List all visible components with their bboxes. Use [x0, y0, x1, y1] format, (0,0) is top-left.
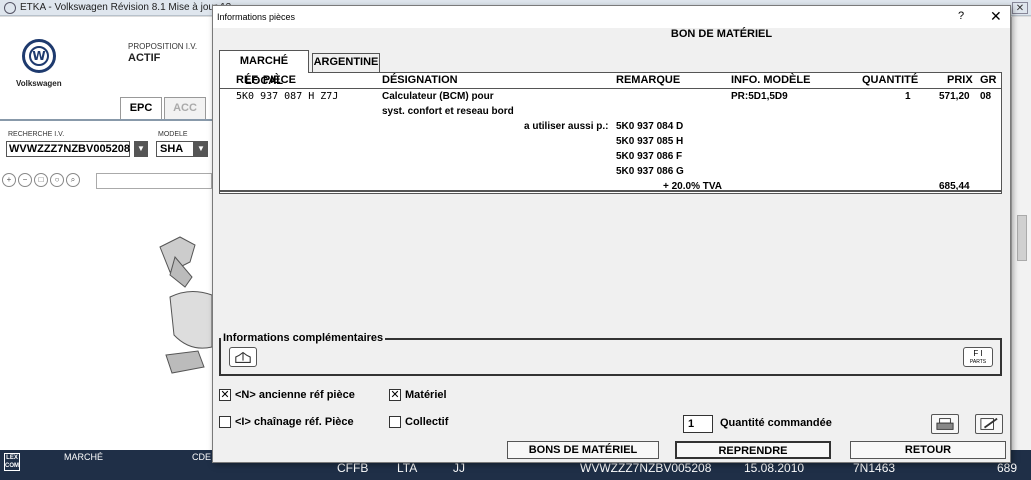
left-panel: W Volkswagen PROPOSITION I.V. ACTIF EPC …: [0, 17, 212, 450]
status-lang: LTA: [397, 461, 418, 475]
col-prix: PRIX: [947, 74, 973, 86]
model-label: MODELE: [158, 131, 188, 138]
app-close-icon[interactable]: ✕: [1012, 2, 1028, 14]
parts-info-icon[interactable]: F I PARTS: [963, 347, 993, 367]
bons-materiel-button[interactable]: BONS DE MATÉRIEL: [507, 441, 659, 459]
chk-materiel-label: Matériel: [405, 389, 447, 401]
zoom-fit-icon[interactable]: □: [34, 173, 48, 187]
app-icon: [4, 2, 16, 14]
alt-ref-1[interactable]: 5K0 937 084 D: [616, 121, 683, 132]
retour-button[interactable]: RETOUR: [850, 441, 1006, 459]
row-ref[interactable]: 5K0 937 087 H Z7J: [236, 91, 338, 102]
tab-epc[interactable]: EPC: [120, 97, 162, 119]
col-remarque: REMARQUE: [616, 74, 681, 86]
app-title: ETKA - Volkswagen Révision 8.1 Mise à jo…: [20, 2, 232, 13]
row-designation-1: Calculateur (BCM) pour: [382, 91, 494, 102]
zoom-field[interactable]: [96, 173, 212, 189]
status-vin: WVWZZZ7NZBV005208: [580, 461, 712, 475]
vin-input[interactable]: WVWZZZ7NZBV005208: [6, 141, 130, 157]
model-select[interactable]: SHA: [156, 141, 194, 157]
parts-table: RÉF. PIÈCE DÉSIGNATION REMARQUE INFO. MO…: [219, 72, 1002, 194]
row-gr: 08: [980, 91, 992, 102]
dialog-heading: BON DE MATÉRIEL: [670, 28, 773, 40]
help-icon[interactable]: ?: [958, 10, 964, 22]
scrollbar-thumb[interactable]: [1017, 215, 1027, 261]
row-designation-2: syst. confort et reseau bord: [382, 106, 514, 117]
header-divider: [220, 88, 1001, 89]
tab-argentine[interactable]: ARGENTINE: [312, 53, 380, 72]
table-empty-area: [219, 194, 1002, 338]
quantity-input[interactable]: 1: [683, 415, 713, 433]
print-icon[interactable]: [931, 414, 959, 434]
row-quantite: 1: [905, 91, 911, 102]
search-label: RECHERCHE I.V.: [8, 131, 65, 138]
right-scrollbar[interactable]: [1011, 17, 1031, 450]
chk-ancienne-ref[interactable]: ✕: [219, 389, 231, 401]
row-info-modele: PR:5D1,5D9: [731, 91, 788, 102]
chk-chainage-row[interactable]: <I> chaînage réf. Pièce: [219, 416, 354, 428]
info-section-label: Informations complémentaires: [221, 332, 386, 344]
dialog-titlebar: Informations pièces: [213, 6, 1010, 28]
vw-logo-icon: W: [22, 39, 56, 73]
hand-pointer-icon[interactable]: [229, 347, 257, 367]
col-designation: DÉSIGNATION: [382, 74, 458, 86]
zoom-in-icon[interactable]: +: [2, 173, 16, 187]
alt-ref-3[interactable]: 5K0 937 086 F: [616, 151, 682, 162]
chk-chainage-label: <I> chaînage réf. Pièce: [235, 416, 354, 428]
marche-label: MARCHÉ: [64, 452, 104, 462]
chk-collectif-label: Collectif: [405, 416, 449, 428]
divider: [0, 119, 212, 121]
zoom-toolbar: + − □ ○ ⌕: [0, 173, 80, 191]
status-number: 689: [997, 461, 1018, 475]
lexcom-logo-icon: LEX COM: [4, 453, 20, 471]
proposition-value: ACTIF: [128, 52, 161, 64]
magnifier-icon[interactable]: ⌕: [66, 173, 80, 187]
zoom-out-icon[interactable]: −: [18, 173, 32, 187]
edit-icon[interactable]: [975, 414, 1003, 434]
chk-ancienne-ref-row[interactable]: ✕ <N> ancienne réf pièce: [219, 389, 355, 401]
chk-materiel-row[interactable]: ✕ Matériel: [389, 389, 447, 401]
tab-marche-local[interactable]: MARCHÉ LOCAL: [219, 50, 309, 87]
status-marche: CFFB: [337, 461, 369, 475]
status-user: JJ: [453, 461, 465, 475]
cde-label: CDE: [192, 452, 212, 462]
zoom-reset-icon[interactable]: ○: [50, 173, 64, 187]
quantity-label: Quantité commandée: [720, 417, 832, 429]
footer-divider: [220, 190, 1001, 192]
reprendre-button[interactable]: REPRENDRE: [675, 441, 831, 459]
parts-illustration: [159, 236, 212, 374]
tab-acc[interactable]: ACC: [164, 97, 206, 119]
row-prix: 571,20: [939, 91, 970, 102]
model-dropdown-icon[interactable]: ▼: [194, 141, 208, 157]
chk-materiel[interactable]: ✕: [389, 389, 401, 401]
col-gr: GR: [980, 74, 997, 86]
proposition-label: PROPOSITION I.V.: [128, 42, 198, 51]
chk-collectif[interactable]: [389, 416, 401, 428]
chk-chainage[interactable]: [219, 416, 231, 428]
vin-dropdown-icon[interactable]: ▼: [134, 141, 148, 157]
brand-name: Volkswagen: [16, 79, 62, 88]
chk-ancienne-ref-label: <N> ancienne réf pièce: [235, 389, 355, 401]
dialog-title: Informations pièces: [217, 12, 296, 22]
status-date: 15.08.2010: [744, 461, 805, 475]
col-quantite: QUANTITÉ: [862, 74, 919, 86]
also-use-label: a utiliser aussi p.:: [524, 121, 609, 132]
status-code: 7N1463: [853, 461, 896, 475]
chk-collectif-row[interactable]: Collectif: [389, 416, 448, 428]
parts-info-dialog: Informations pièces ? ✕ BON DE MATÉRIEL …: [212, 5, 1011, 463]
alt-ref-2[interactable]: 5K0 937 085 H: [616, 136, 683, 147]
col-info-modele: INFO. MODÈLE: [731, 74, 811, 86]
close-icon[interactable]: ✕: [990, 8, 1002, 25]
alt-ref-4[interactable]: 5K0 937 086 G: [616, 166, 684, 177]
